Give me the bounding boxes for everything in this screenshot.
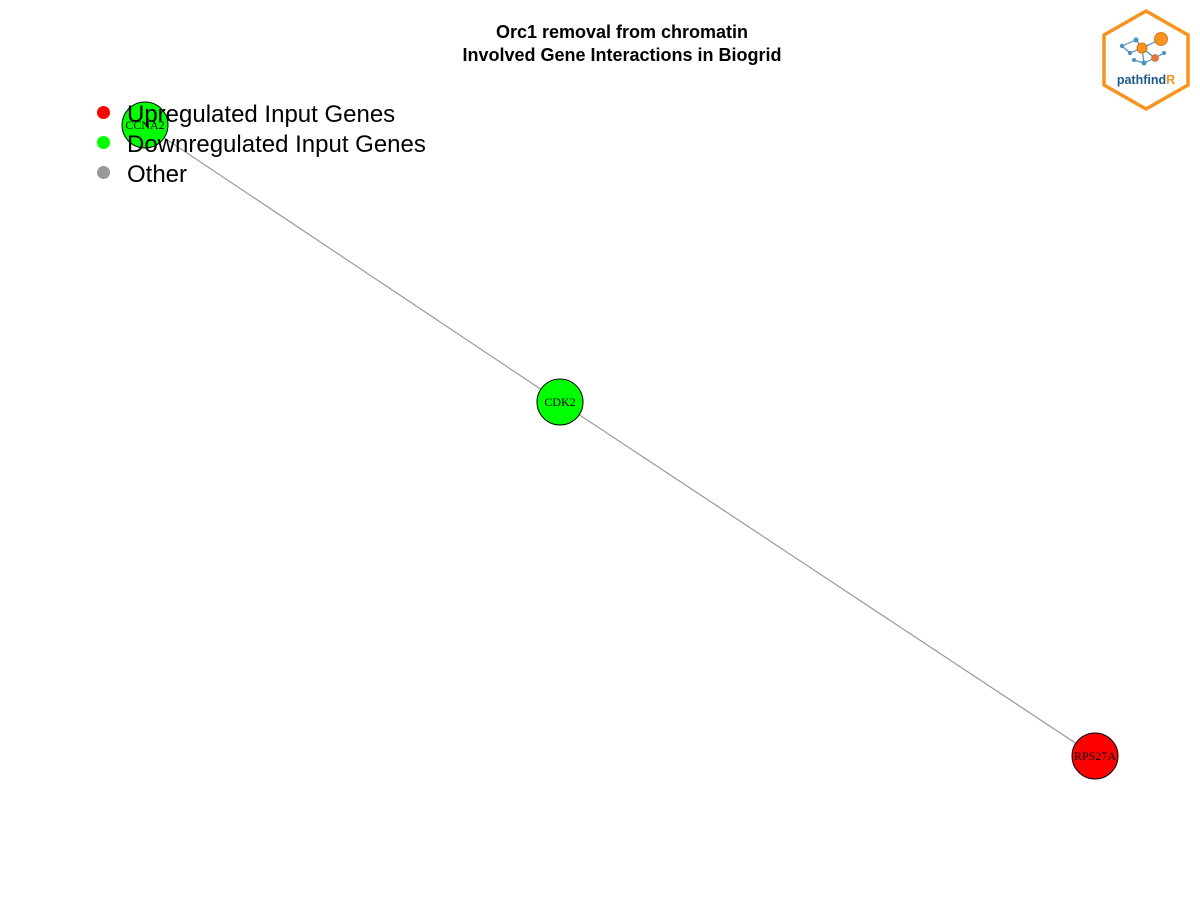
- legend-label-downregulated: Downregulated Input Genes: [127, 131, 426, 158]
- edges-layer: [144, 124, 1096, 757]
- pathfindr-logo-graphic: pathfindR: [1102, 8, 1190, 112]
- logo-text-accent: R: [1166, 73, 1175, 87]
- node-rps27a: RPS27A: [1071, 732, 1119, 780]
- nodes-layer: CCNA2CDK2RPS27A: [121, 101, 1119, 780]
- logo-text-main: pathfind: [1117, 73, 1166, 87]
- node-cdk2: CDK2: [536, 378, 584, 426]
- pathfindr-logo: pathfindR: [1100, 8, 1192, 112]
- svg-text:pathfindR: pathfindR: [1117, 73, 1175, 87]
- legend-dot-downregulated: [97, 136, 110, 149]
- legend-label-upregulated: Upregulated Input Genes: [127, 101, 396, 128]
- edge-ccna2-cdk2: [144, 124, 561, 403]
- legend-dot-other: [97, 166, 110, 179]
- node-label-cdk2: CDK2: [544, 395, 575, 409]
- legend-dot-upregulated: [97, 106, 110, 119]
- edge-cdk2-rps27a: [559, 401, 1096, 757]
- legend-label-other: Other: [127, 161, 188, 188]
- node-label-rps27a: RPS27A: [1074, 749, 1116, 763]
